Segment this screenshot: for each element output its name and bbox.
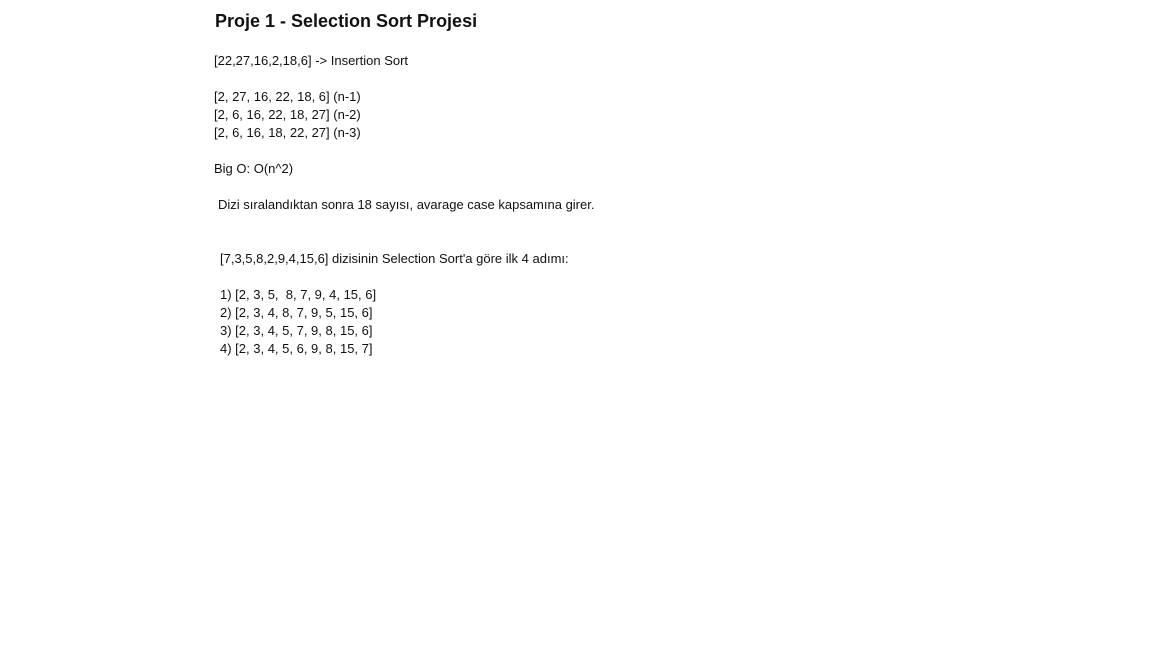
average-case-note: Dizi sıralandıktan sonra 18 sayısı, avar… [218, 197, 595, 212]
insertion-step-2: [2, 6, 16, 22, 18, 27] (n-2) [214, 107, 361, 122]
insertion-step-1: [2, 27, 16, 22, 18, 6] (n-1) [214, 89, 361, 104]
insertion-header: [22,27,16,2,18,6] -> Insertion Sort [214, 53, 409, 68]
selection-step-2: 2) [2, 3, 4, 8, 7, 9, 5, 15, 6] [220, 305, 373, 320]
selection-step-1: 1) [2, 3, 5, 8, 7, 9, 4, 15, 6] [220, 287, 377, 302]
selection-step-3: 3) [2, 3, 4, 5, 7, 9, 8, 15, 6] [220, 323, 373, 338]
insertion-step-3: [2, 6, 16, 18, 22, 27] (n-3) [214, 125, 361, 140]
selection-header: [7,3,5,8,2,9,4,15,6] dizisinin Selection… [220, 251, 569, 266]
big-o-text: Big O: O(n^2) [214, 161, 294, 176]
document-page: Proje 1 - Selection Sort Projesi [22,27,… [0, 0, 1152, 648]
document-title: Proje 1 - Selection Sort Projesi [215, 11, 478, 31]
selection-step-4: 4) [2, 3, 4, 5, 6, 9, 8, 15, 7] [220, 341, 373, 356]
